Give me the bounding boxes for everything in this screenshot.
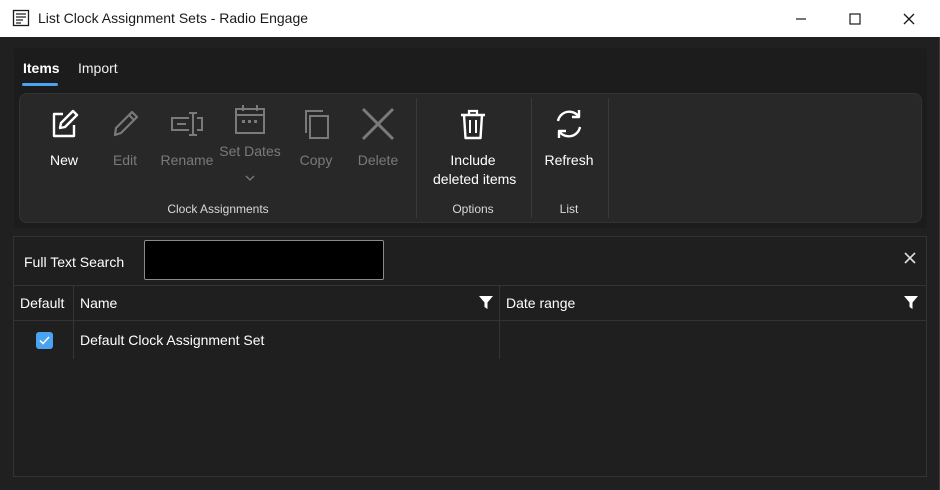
maximize-icon: [849, 12, 861, 25]
search-input[interactable]: [144, 240, 384, 280]
calendar-icon: [232, 102, 268, 138]
column-divider: [73, 286, 74, 320]
app-window: List Clock Assignment Sets - Radio Engag…: [0, 0, 940, 490]
close-icon: [904, 252, 916, 264]
edit-square-icon: [46, 106, 82, 142]
filter-icon[interactable]: [904, 296, 918, 310]
clear-search-button[interactable]: [902, 250, 918, 266]
column-divider: [73, 321, 74, 359]
ribbon: Items Import New Edit Rename Set Dates C…: [14, 48, 927, 228]
column-header-name[interactable]: Name: [80, 286, 117, 320]
group-divider: [608, 98, 609, 218]
document-list-icon: [12, 9, 30, 27]
minimize-button[interactable]: [778, 0, 824, 37]
refresh-button[interactable]: Refresh: [539, 106, 599, 176]
column-divider: [499, 286, 500, 320]
include-label-line1: Include: [450, 152, 496, 168]
rename-icon: [169, 106, 205, 142]
column-divider: [499, 321, 500, 359]
grid-header: Default Name Date range: [14, 285, 926, 321]
refresh-button-label: Refresh: [544, 152, 594, 168]
edit-button[interactable]: Edit: [95, 106, 155, 176]
table-row[interactable]: Default Clock Assignment Set: [14, 321, 926, 359]
rename-button[interactable]: Rename: [157, 106, 217, 176]
filter-icon[interactable]: [479, 296, 493, 310]
close-window-button[interactable]: [886, 0, 932, 37]
cell-name: Default Clock Assignment Set: [80, 332, 265, 348]
chevron-down-icon: [245, 168, 255, 186]
tab-import[interactable]: Import: [78, 60, 118, 76]
delete-button[interactable]: Delete: [348, 106, 408, 176]
group-divider: [416, 98, 417, 218]
column-header-date-range[interactable]: Date range: [506, 286, 575, 320]
checkmark-icon: [39, 336, 50, 345]
tab-items[interactable]: Items: [23, 60, 60, 76]
group-label-options: Options: [452, 202, 494, 216]
include-label-line2: deleted items: [433, 171, 517, 187]
list-panel: Full Text Search Default Name Date range: [13, 236, 927, 477]
set-dates-button[interactable]: Set Dates: [219, 102, 281, 181]
delete-button-label: Delete: [357, 152, 399, 168]
group-label-list: List: [559, 202, 579, 216]
column-header-default[interactable]: Default: [20, 286, 64, 320]
include-deleted-items-button[interactable]: Include deleted items: [433, 106, 516, 187]
ribbon-panel: New Edit Rename Set Dates Copy Delete Cl…: [19, 93, 922, 223]
x-delete-icon: [360, 106, 396, 142]
maximize-button[interactable]: [832, 0, 878, 37]
default-checkbox[interactable]: [36, 332, 53, 349]
title-bar: List Clock Assignment Sets - Radio Engag…: [0, 0, 940, 37]
close-icon: [903, 13, 915, 24]
group-label-clock-assignments: Clock Assignments: [167, 202, 269, 216]
trash-icon: [455, 106, 491, 142]
refresh-icon: [551, 106, 587, 142]
copy-button[interactable]: Copy: [286, 106, 346, 176]
full-text-search-label: Full Text Search: [24, 254, 125, 270]
copy-icon: [298, 106, 334, 142]
pencil-icon: [107, 106, 143, 142]
window-title: List Clock Assignment Sets - Radio Engag…: [38, 10, 309, 26]
active-tab-indicator: [22, 83, 58, 86]
minimize-icon: [796, 17, 806, 20]
